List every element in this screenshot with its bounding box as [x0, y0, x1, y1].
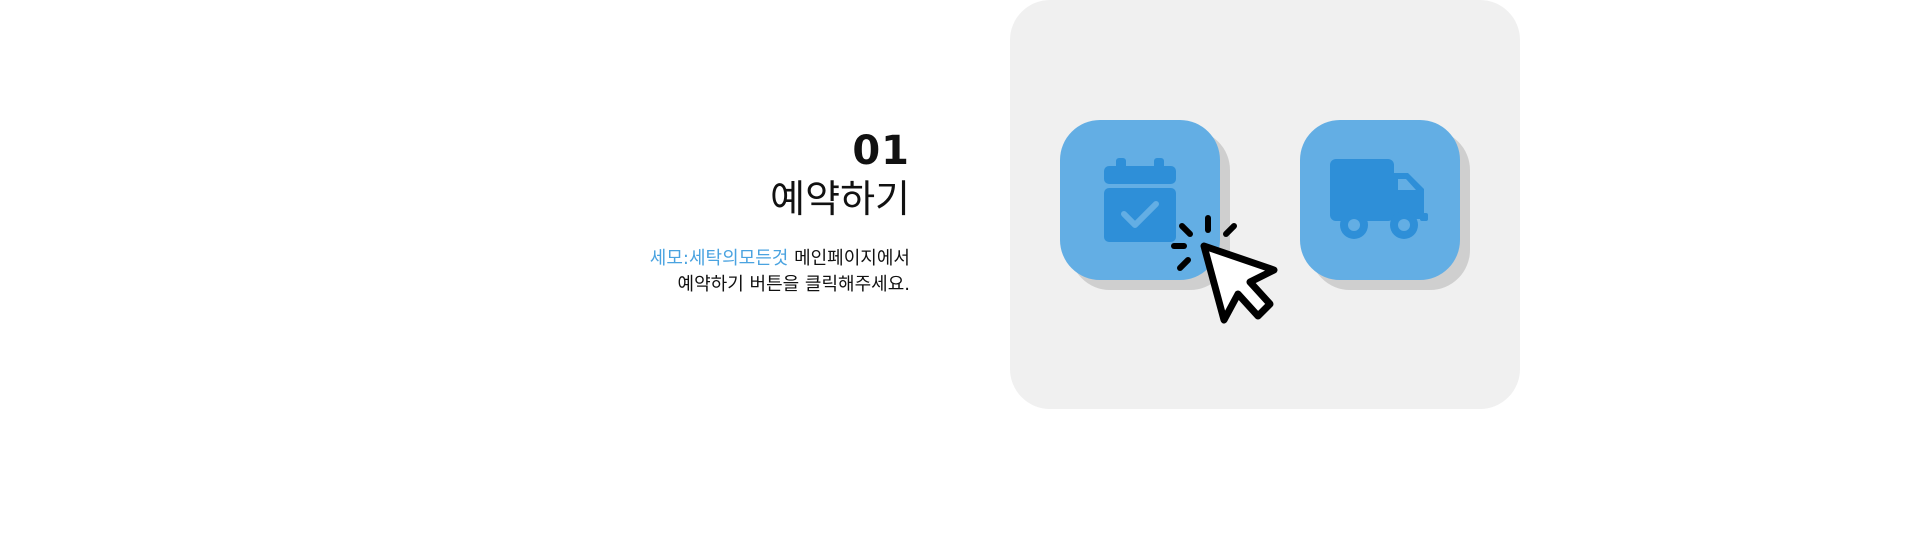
brand-name: 세모:세탁의모든것 — [649, 248, 789, 269]
guide-step: 01 예약하기 세모:세탁의모든것 메인페이지에서 예약하기 버튼을 클릭해주세… — [0, 0, 1920, 550]
description-line-2: 예약하기 버튼을 클릭해주세요. — [677, 274, 910, 295]
delivery-truck-icon — [1330, 159, 1430, 241]
step-number: 01 — [852, 128, 910, 174]
description-line-1: 세모:세탁의모든것 메인페이지에서 — [350, 246, 910, 272]
step-title: 예약하기 — [770, 177, 910, 221]
calendar-check-icon — [1104, 158, 1176, 242]
step-text: 01 예약하기 세모:세탁의모든것 메인페이지에서 예약하기 버튼을 클릭해주세… — [350, 128, 910, 298]
reserve-button-illustration — [1060, 120, 1230, 290]
step-description: 세모:세탁의모든것 메인페이지에서 예약하기 버튼을 클릭해주세요. — [350, 246, 910, 298]
delivery-button-illustration — [1300, 120, 1470, 290]
delivery-button[interactable] — [1300, 120, 1460, 280]
description-line-1-rest: 메인페이지에서 — [788, 248, 910, 269]
reserve-button[interactable] — [1060, 120, 1220, 280]
illustration-panel — [1010, 0, 1520, 409]
